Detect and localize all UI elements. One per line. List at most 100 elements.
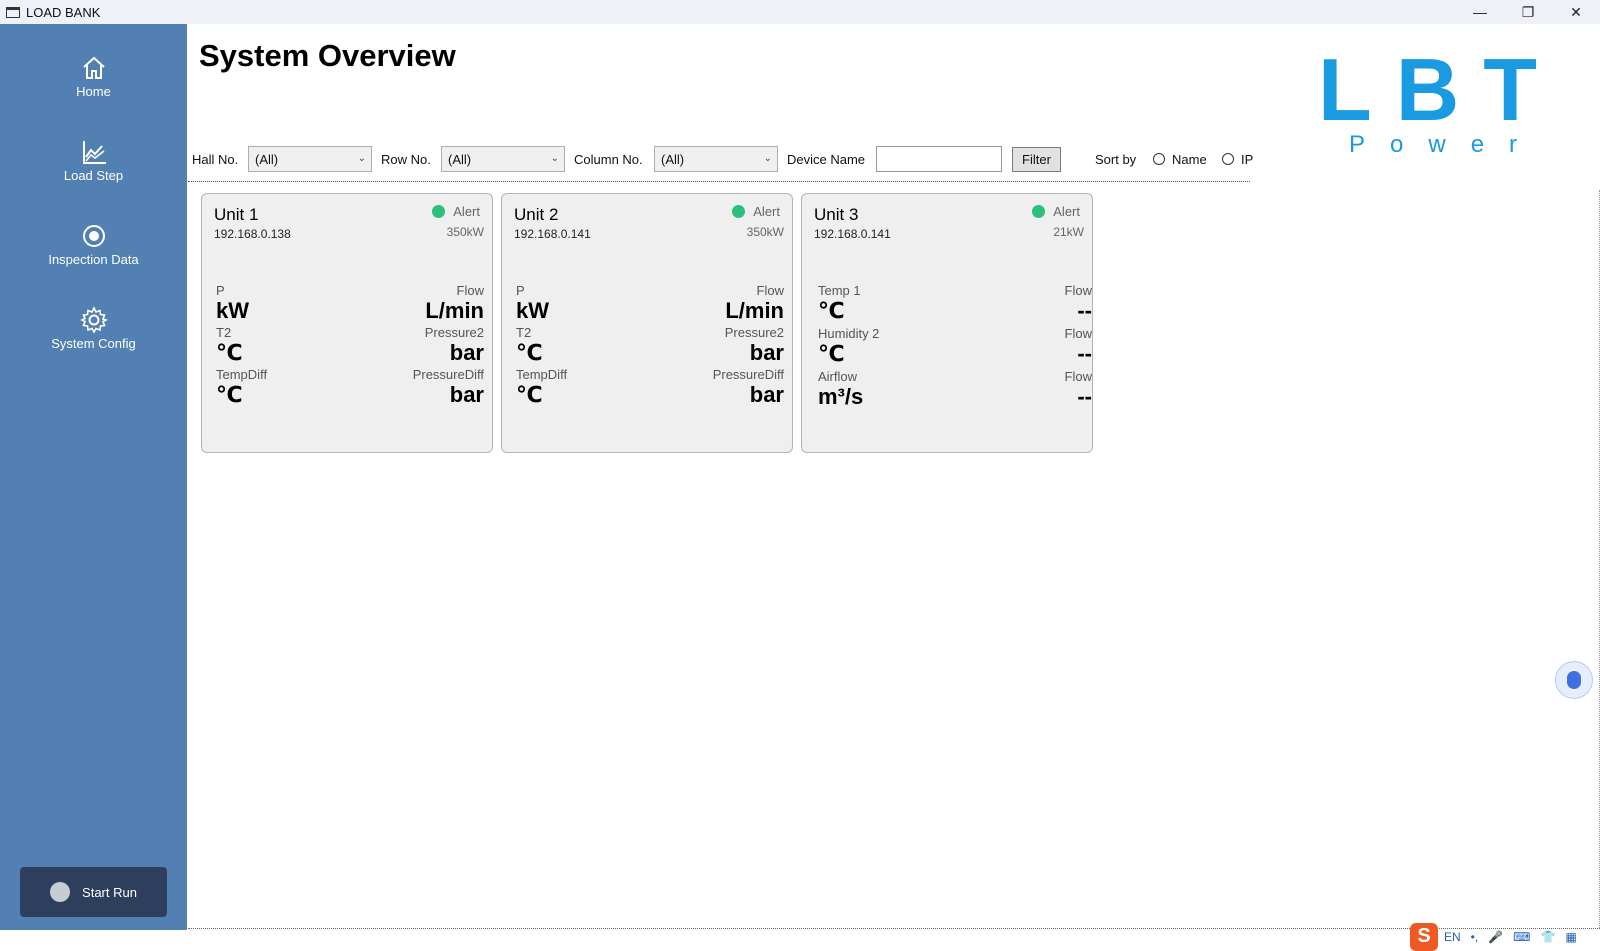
- metric: Airflow m³/s: [818, 369, 958, 409]
- status-text: Alert: [1053, 204, 1080, 219]
- logo-text: LBT: [1318, 40, 1562, 139]
- unit-name: Unit 1: [214, 205, 259, 224]
- metric-value: bar: [749, 382, 784, 407]
- metric-value: --: [1077, 298, 1092, 323]
- apps-grid-icon[interactable]: ▦: [1565, 930, 1576, 944]
- microphone-icon[interactable]: 🎤: [1488, 930, 1503, 944]
- rated-power: 350kW: [746, 225, 784, 239]
- metric-value: --: [1077, 384, 1092, 409]
- status-text: Alert: [753, 204, 780, 219]
- metric-label: T2: [216, 325, 232, 340]
- rated-power: 21kW: [1053, 225, 1084, 239]
- metric-value: ℃: [516, 340, 543, 365]
- column-select-value: (All): [661, 151, 685, 167]
- sort-by-ip-radio[interactable]: IP: [1222, 145, 1253, 173]
- sidebar-item-label: Inspection Data: [48, 251, 139, 267]
- metric-label: Temp 1: [818, 283, 861, 298]
- metric: TempDiff ℃: [216, 367, 356, 407]
- floating-assistant-button[interactable]: [1555, 661, 1593, 699]
- sidebar-item-home[interactable]: Home: [0, 46, 187, 106]
- device-name-input[interactable]: [876, 146, 1002, 172]
- brand-logo: LBT Power: [1318, 40, 1562, 163]
- metric: PressureDiff bar: [344, 367, 484, 407]
- status-led-icon: [432, 205, 446, 218]
- metric-label: Flow: [1064, 283, 1092, 298]
- metric-label: P: [216, 283, 225, 298]
- metric: PkW: [516, 283, 656, 323]
- unit-ip: 192.168.0.141: [514, 227, 591, 241]
- chart-icon: [82, 140, 106, 164]
- status-badge: Alert: [432, 204, 480, 219]
- restore-button[interactable]: ❐: [1504, 0, 1552, 24]
- sidebar-item-system-config[interactable]: System Config: [0, 298, 187, 358]
- metric-label: Flow: [1064, 369, 1092, 384]
- punctuation-icon[interactable]: •,: [1471, 930, 1479, 944]
- metric-label: Humidity 2: [818, 326, 880, 341]
- metric-value: bar: [449, 340, 484, 365]
- sidebar: Home Load Step Inspection Data System Co…: [0, 24, 187, 930]
- minimize-button[interactable]: —: [1456, 0, 1504, 24]
- filter-bar: Hall No. (All) ⌄ Row No. (All) ⌄ Column …: [192, 145, 1253, 173]
- column-label: Column No.: [574, 151, 643, 167]
- sidebar-item-load-step[interactable]: Load Step: [0, 130, 187, 190]
- start-run-button[interactable]: Start Run: [20, 867, 167, 917]
- row-select[interactable]: (All) ⌄: [441, 146, 565, 172]
- radio-icon: [1153, 153, 1165, 165]
- record-icon: [82, 224, 105, 247]
- metric-label: TempDiff: [516, 367, 568, 382]
- metric: PkW: [216, 283, 356, 323]
- metric: Humidity 2 ℃: [818, 326, 958, 366]
- metric: Flow --: [952, 326, 1092, 366]
- close-button[interactable]: ✕: [1552, 0, 1600, 24]
- metric-value: ℃: [216, 340, 243, 365]
- metric-value: kW: [516, 298, 549, 323]
- mouse-icon: [1567, 671, 1581, 689]
- metric: TempDiff ℃: [516, 367, 656, 407]
- column-select[interactable]: (All) ⌄: [654, 146, 778, 172]
- metric-value: bar: [749, 340, 784, 365]
- unit-card[interactable]: Unit 1 192.168.0.138 Alert 350kW PkW Flo…: [201, 193, 493, 453]
- rated-power: 350kW: [446, 225, 484, 239]
- status-badge: Alert: [1032, 204, 1080, 219]
- skin-icon[interactable]: 👕: [1541, 930, 1556, 944]
- metric: Pressure2 bar: [644, 325, 784, 365]
- metric-label: PressureDiff: [712, 367, 784, 382]
- sort-by-name-radio[interactable]: Name: [1153, 145, 1207, 173]
- metric: Flow L/min: [644, 283, 784, 323]
- metric-label: T2: [516, 325, 532, 340]
- sidebar-item-inspection-data[interactable]: Inspection Data: [0, 214, 187, 274]
- metric-value: kW: [216, 298, 249, 323]
- metric-label: Airflow: [818, 369, 858, 384]
- unit-ip: 192.168.0.141: [814, 227, 891, 241]
- unit-card[interactable]: Unit 2 192.168.0.141 Alert 350kW PkW Flo…: [501, 193, 793, 453]
- metric-value: --: [1077, 341, 1092, 366]
- unit-name: Unit 2: [514, 205, 559, 224]
- sort-name-label: Name: [1172, 151, 1207, 167]
- unit-card[interactable]: Unit 3 192.168.0.141 Alert 21kW Temp 1 ℃ …: [801, 193, 1093, 453]
- language-indicator[interactable]: EN: [1444, 930, 1461, 944]
- status-badge: Alert: [732, 204, 780, 219]
- window-title: LOAD BANK: [26, 4, 101, 20]
- metric-value: ℃: [818, 298, 845, 323]
- ime-logo-icon[interactable]: S: [1410, 922, 1438, 951]
- radio-icon: [1222, 153, 1234, 165]
- window-icon: [6, 6, 20, 18]
- sidebar-item-label: Home: [76, 83, 111, 99]
- keyboard-icon[interactable]: ⌨: [1513, 930, 1530, 944]
- metric-value: ℃: [216, 382, 243, 407]
- status-dot-icon: [50, 882, 71, 902]
- hall-select[interactable]: (All) ⌄: [248, 146, 372, 172]
- metric: Pressure2 bar: [344, 325, 484, 365]
- title-bar: LOAD BANK — ❐ ✕: [0, 0, 1600, 24]
- chevron-down-icon: ⌄: [357, 153, 366, 164]
- row-select-value: (All): [448, 151, 472, 167]
- sort-label: Sort by: [1095, 151, 1137, 167]
- metric-value: ℃: [516, 382, 543, 407]
- hall-label: Hall No.: [192, 151, 239, 167]
- logo-subtext: Power: [1349, 131, 1543, 158]
- chevron-down-icon: ⌄: [550, 153, 559, 164]
- metric: Flow --: [952, 283, 1092, 323]
- filter-button[interactable]: Filter: [1012, 147, 1061, 172]
- metric-label: Flow: [1064, 326, 1092, 341]
- metric: T2 ℃: [216, 325, 356, 365]
